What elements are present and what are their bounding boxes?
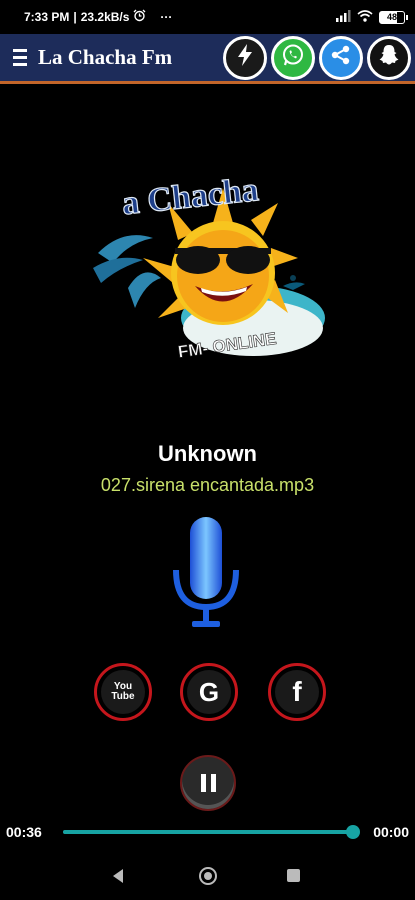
flash-button[interactable] <box>223 35 267 80</box>
status-separator: | <box>73 10 77 24</box>
pause-button[interactable] <box>180 755 236 811</box>
alarm-icon <box>133 9 146 25</box>
track-title: 027.sirena encantada.mp3 <box>100 475 315 495</box>
seek-thumb[interactable] <box>346 825 360 839</box>
logo-brand-top: a Chacha <box>120 171 260 222</box>
youtube-icon: You Tube <box>101 670 145 714</box>
youtube-button[interactable]: You Tube <box>94 663 152 721</box>
home-icon[interactable] <box>199 867 217 885</box>
battery-icon: 48 <box>379 10 408 24</box>
google-button[interactable]: G <box>180 663 238 721</box>
google-icon: G <box>187 670 231 714</box>
status-speed: 23.2kB/s <box>80 10 130 24</box>
lightning-icon <box>235 43 255 72</box>
recents-icon[interactable] <box>287 869 300 882</box>
facebook-button[interactable]: f <box>268 663 326 721</box>
system-nav-bar <box>0 855 415 900</box>
share-button[interactable] <box>319 35 363 80</box>
status-left: 7:33 PM | 23.2kB/s ··· <box>24 9 172 25</box>
ghost-icon <box>377 43 401 72</box>
status-time: 7:33 PM <box>24 10 70 24</box>
facebook-label: f <box>292 676 302 707</box>
facebook-icon: f <box>275 670 319 714</box>
station-logo: a Chacha FM- ONLINE <box>83 168 333 373</box>
wifi-icon <box>357 9 373 25</box>
app-actions <box>223 35 415 80</box>
whatsapp-icon <box>281 43 305 72</box>
social-links: You Tube G f <box>0 663 415 723</box>
status-bar: 7:33 PM | 23.2kB/s ··· 48 <box>0 0 415 34</box>
snapchat-button[interactable] <box>367 35 411 80</box>
share-icon <box>330 44 352 71</box>
seek-fill <box>63 830 353 834</box>
microphone-icon <box>170 515 242 633</box>
elapsed-time: 00:36 <box>6 824 42 840</box>
back-icon[interactable] <box>113 869 123 883</box>
signal-icon <box>335 9 351 25</box>
status-right: 48 <box>335 9 408 25</box>
status-more: ··· <box>160 10 173 24</box>
youtube-label: You Tube <box>111 681 135 702</box>
google-label: G <box>198 676 220 707</box>
app-title: La Chacha Fm <box>38 45 173 69</box>
whatsapp-button[interactable] <box>271 35 315 80</box>
menu-button[interactable] <box>6 33 34 83</box>
artist-name: Unknown <box>158 441 257 466</box>
pause-icon <box>200 774 216 792</box>
seek-bar[interactable] <box>63 825 360 839</box>
app-bar: La Chacha Fm <box>0 34 415 84</box>
total-time: 00:00 <box>373 824 409 840</box>
